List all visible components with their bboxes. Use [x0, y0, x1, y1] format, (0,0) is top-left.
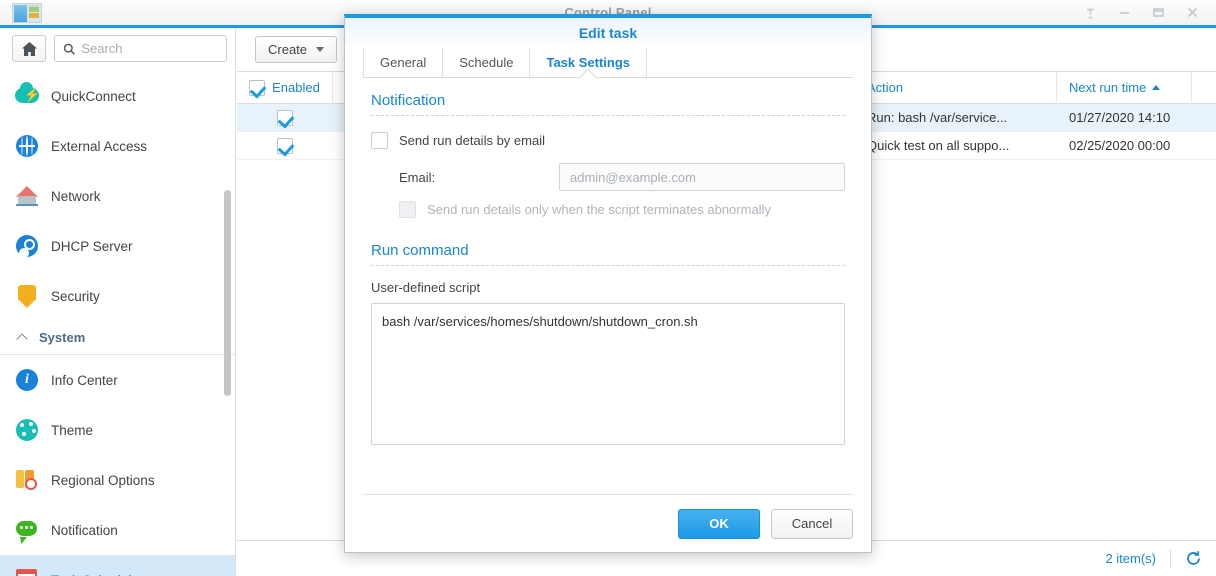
select-all-checkbox[interactable] — [249, 79, 266, 96]
email-row: Email: — [399, 163, 845, 191]
cancel-button[interactable]: Cancel — [771, 508, 853, 539]
dialog-title: Edit task — [578, 25, 638, 41]
script-field-label: User-defined script — [371, 280, 481, 295]
column-header-enabled[interactable]: Enabled — [237, 71, 333, 104]
dialog-tabs: General Schedule Task Settings — [345, 48, 871, 77]
shield-icon — [14, 283, 40, 309]
tab-schedule[interactable]: Schedule — [443, 48, 531, 77]
section-divider — [371, 265, 845, 266]
help-button[interactable] — [1074, 0, 1106, 25]
refresh-icon — [1187, 551, 1200, 565]
info-icon — [14, 367, 40, 393]
sidebar-item-network[interactable]: Network — [0, 171, 235, 221]
sidebar-item-theme[interactable]: Theme — [0, 405, 235, 455]
status-divider — [1170, 549, 1171, 568]
sidebar: ⚡ QuickConnect External Access Network D… — [0, 28, 236, 576]
sidebar-item-notification[interactable]: Notification — [0, 505, 235, 555]
sidebar-item-quickconnect[interactable]: ⚡ QuickConnect — [0, 71, 235, 121]
column-header-next-run-time[interactable]: Next run time — [1057, 71, 1192, 104]
globe-icon — [14, 133, 40, 159]
regional-options-icon — [14, 467, 40, 493]
sidebar-item-label: Security — [51, 288, 100, 304]
abnormal-only-label: Send run details only when the script te… — [427, 202, 771, 217]
chevron-up-icon — [18, 332, 29, 343]
column-header-label: Next run time — [1069, 80, 1147, 95]
user-defined-script-textarea[interactable] — [371, 303, 845, 445]
dialog-footer: OK Cancel — [363, 494, 853, 552]
tab-task-settings[interactable]: Task Settings — [530, 48, 648, 77]
abnormal-only-checkbox — [399, 201, 416, 218]
row-enabled-checkbox[interactable] — [277, 109, 293, 126]
sidebar-item-label: DHCP Server — [51, 238, 133, 254]
run-command-section-title: Run command — [371, 242, 469, 259]
search-input[interactable] — [81, 41, 218, 56]
dialog-header: Edit task — [345, 18, 871, 48]
sidebar-item-label: External Access — [51, 138, 148, 154]
close-button[interactable] — [1176, 0, 1208, 25]
send-email-label[interactable]: Send run details by email — [399, 133, 545, 148]
sidebar-item-external-access[interactable]: External Access — [0, 121, 235, 171]
caret-down-icon — [316, 47, 325, 52]
home-icon — [21, 41, 37, 56]
network-house-icon — [14, 183, 40, 209]
sidebar-item-security[interactable]: Security — [0, 271, 235, 321]
sidebar-item-label: Theme — [51, 422, 94, 438]
sidebar-item-info-center[interactable]: Info Center — [0, 355, 235, 405]
send-email-checkbox[interactable] — [371, 132, 388, 149]
sidebar-item-label: Info Center — [51, 372, 118, 388]
create-button[interactable]: Create — [255, 36, 338, 63]
section-divider — [371, 115, 845, 116]
notification-section-title: Notification — [371, 92, 446, 109]
calendar-check-icon — [14, 567, 40, 576]
row-next-run-cell: 02/25/2020 00:00 — [1069, 138, 1171, 153]
email-label: Email: — [399, 169, 436, 185]
chat-bubble-icon — [14, 517, 40, 543]
tab-label: Schedule — [459, 55, 514, 70]
dhcp-server-icon — [14, 233, 40, 259]
window-controls — [1074, 0, 1208, 25]
column-header-action[interactable]: Action — [855, 71, 1057, 104]
sidebar-item-label: Task Scheduler — [51, 573, 143, 576]
sidebar-item-task-scheduler[interactable]: Task Scheduler — [0, 555, 235, 576]
sidebar-item-regional-options[interactable]: Regional Options — [0, 455, 235, 505]
email-field[interactable] — [559, 163, 845, 191]
sidebar-group-system[interactable]: System — [0, 321, 235, 355]
maximize-button[interactable] — [1142, 0, 1174, 25]
sidebar-item-label: Network — [51, 188, 101, 204]
row-action-cell: Quick test on all suppo... — [867, 138, 1010, 153]
tab-general[interactable]: General — [363, 48, 444, 77]
sidebar-nav: ⚡ QuickConnect External Access Network D… — [0, 69, 235, 576]
sidebar-toolbar — [0, 28, 235, 69]
row-enabled-checkbox[interactable] — [277, 137, 293, 154]
tab-label: Task Settings — [546, 55, 631, 70]
search-icon — [63, 43, 76, 55]
column-header-label: Action — [867, 80, 904, 95]
palette-icon — [14, 417, 40, 443]
refresh-button[interactable] — [1185, 550, 1202, 567]
sidebar-group-label: System — [39, 330, 86, 345]
sidebar-item-label: QuickConnect — [51, 88, 136, 104]
dialog-body: Notification Send run details by email E… — [345, 78, 871, 494]
minimize-button[interactable] — [1108, 0, 1140, 25]
abnormal-only-row: Send run details only when the script te… — [399, 201, 845, 218]
sidebar-item-label: Regional Options — [51, 472, 155, 488]
tab-label: General — [380, 55, 427, 70]
create-button-label: Create — [268, 42, 308, 57]
home-button[interactable] — [12, 35, 46, 62]
send-email-row: Send run details by email — [371, 132, 845, 149]
sidebar-scrollbar[interactable] — [224, 190, 231, 396]
row-enabled-cell[interactable] — [237, 130, 333, 162]
column-header-label: Enabled — [272, 80, 320, 95]
sidebar-item-dhcp-server[interactable]: DHCP Server — [0, 221, 235, 271]
control-panel-window: Control Panel Search ⚡ QuickConnect Exte… — [0, 0, 1216, 576]
quickconnect-cloud-icon: ⚡ — [14, 82, 40, 109]
ok-button[interactable]: OK — [678, 508, 760, 539]
edit-task-dialog: Edit task General Schedule Task Settings… — [344, 14, 872, 553]
item-count-label: 2 item(s) — [1105, 551, 1156, 566]
sort-ascending-icon — [1152, 85, 1161, 90]
search-box[interactable] — [54, 35, 227, 62]
sidebar-item-label: Notification — [51, 522, 118, 538]
